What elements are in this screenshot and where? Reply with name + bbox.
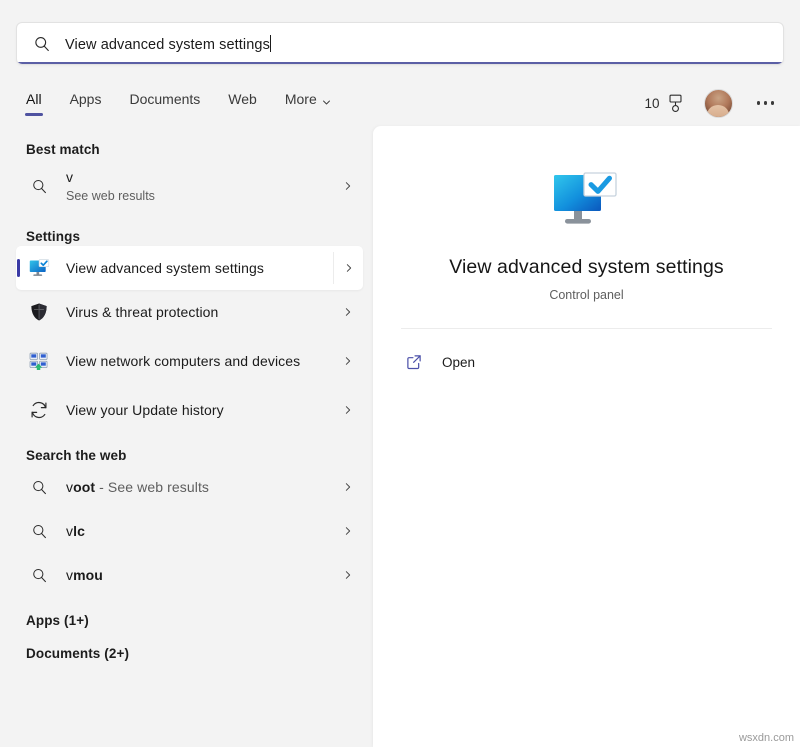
list-item-view-advanced-system-settings[interactable]: View advanced system settings <box>16 246 363 290</box>
tab-more[interactable]: More <box>285 91 331 116</box>
list-item-view-update-history[interactable]: View your Update history <box>16 388 363 432</box>
medal-icon <box>667 94 684 113</box>
section-header-apps: Apps (1+) <box>26 597 373 628</box>
list-item-web-voot[interactable]: voot - See web results <box>16 465 363 509</box>
list-item-title: vlc <box>66 522 333 541</box>
section-header-documents: Documents (2+) <box>26 630 373 661</box>
list-item-web-vmou[interactable]: vmou <box>16 553 363 597</box>
preview-panel: View advanced system settings Control pa… <box>373 126 800 747</box>
list-item-title: vmou <box>66 566 333 585</box>
preview-title: View advanced system settings <box>373 256 800 279</box>
rewards-indicator[interactable]: 10 <box>644 94 683 113</box>
search-bar-container: View advanced system settings <box>16 22 784 65</box>
list-item-title: Virus & threat protection <box>66 303 333 322</box>
update-history-icon <box>26 397 52 423</box>
chevron-right-icon[interactable] <box>333 307 363 317</box>
chevron-right-icon[interactable] <box>333 356 363 366</box>
rewards-count: 10 <box>644 96 659 111</box>
list-item-virus-threat-protection[interactable]: Virus & threat protection <box>16 290 363 334</box>
search-input[interactable]: View advanced system settings <box>16 22 784 65</box>
open-button[interactable]: Open <box>391 341 782 383</box>
search-icon <box>26 562 52 588</box>
preview-subtitle: Control panel <box>373 288 800 302</box>
network-computers-icon <box>26 348 52 374</box>
list-item-title: voot - See web results <box>66 478 333 497</box>
chevron-right-icon[interactable] <box>333 252 363 284</box>
tab-all[interactable]: All <box>26 91 42 116</box>
list-item[interactable]: v See web results <box>16 159 363 213</box>
list-item-title: View your Update history <box>66 401 333 420</box>
search-input-value: View advanced system settings <box>65 37 270 53</box>
search-icon <box>33 35 51 53</box>
search-icon <box>26 474 52 500</box>
section-header-search-the-web: Search the web <box>26 432 373 463</box>
list-item-subtitle: See web results <box>66 188 333 205</box>
section-header-best-match: Best match <box>26 126 373 157</box>
open-external-icon <box>403 351 425 373</box>
watermark: wsxdn.com <box>739 732 794 744</box>
avatar[interactable] <box>704 89 733 118</box>
search-icon <box>26 173 52 199</box>
results-list: Best match v See web results Settings <box>0 126 373 747</box>
windows-search-panel: View advanced system settings All Apps D… <box>0 0 800 747</box>
tabs-right-actions: 10 <box>644 84 778 122</box>
tab-apps[interactable]: Apps <box>70 91 102 116</box>
monitor-check-icon-large <box>548 166 626 234</box>
search-icon <box>26 518 52 544</box>
list-item-title: View network computers and devices <box>66 352 333 371</box>
chevron-down-icon <box>322 94 331 103</box>
chevron-right-icon[interactable] <box>333 405 363 415</box>
list-item-title: v <box>66 168 333 187</box>
text-caret <box>270 35 271 52</box>
shield-icon <box>26 299 52 325</box>
list-item-view-network-computers[interactable]: View network computers and devices <box>16 334 363 388</box>
monitor-check-icon <box>26 255 52 281</box>
tab-web[interactable]: Web <box>228 91 257 116</box>
chevron-right-icon[interactable] <box>333 482 363 492</box>
list-item-title: View advanced system settings <box>66 259 327 278</box>
selection-accent-bar <box>17 259 20 277</box>
open-button-label: Open <box>442 355 475 370</box>
chevron-right-icon[interactable] <box>333 526 363 536</box>
divider <box>401 328 772 329</box>
tab-documents[interactable]: Documents <box>129 91 200 116</box>
list-item-web-vlc[interactable]: vlc <box>16 509 363 553</box>
ellipsis-icon[interactable] <box>753 93 779 113</box>
section-header-settings: Settings <box>26 213 373 244</box>
preview-icon-container <box>373 126 800 234</box>
chevron-right-icon[interactable] <box>333 570 363 580</box>
chevron-right-icon[interactable] <box>333 181 363 191</box>
